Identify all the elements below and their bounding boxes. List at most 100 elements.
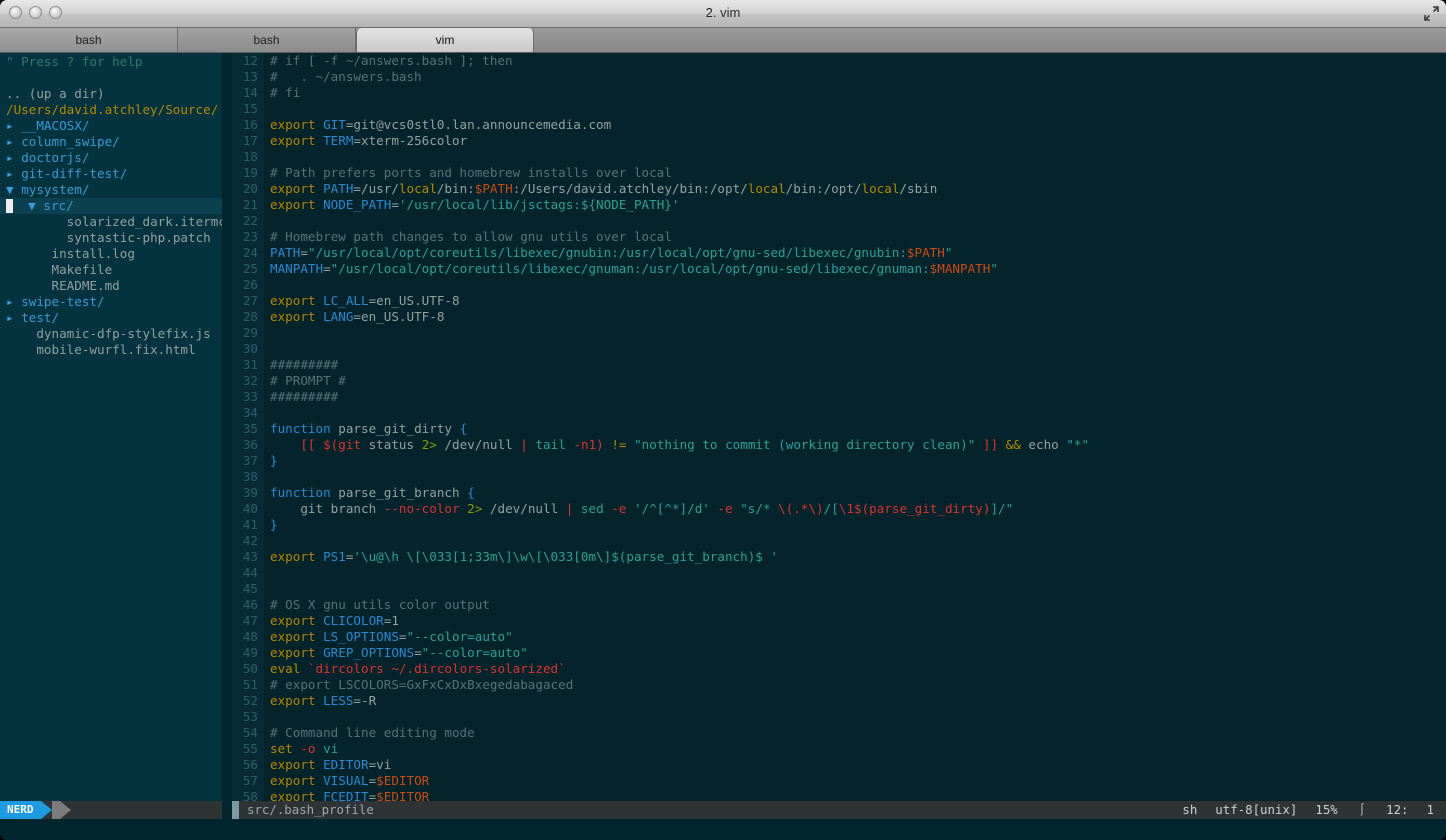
nerdtree-item-swipe-test-[interactable]: ▸ swipe-test/ xyxy=(0,294,222,310)
nerdtree-item-label: doctorjs/ xyxy=(21,150,90,165)
code-token: set xyxy=(270,741,301,756)
editor-line[interactable]: 42 xyxy=(232,533,1446,549)
editor-line[interactable]: 46 # OS X gnu utils color output xyxy=(232,597,1446,613)
editor-pane[interactable]: 12 # if [ -f ~/answers.bash ]; then 13 # . … xyxy=(232,53,1446,808)
line-number: 46 xyxy=(232,597,264,613)
nerdtree-help-line[interactable]: " Press ? for help xyxy=(0,54,222,70)
code-token: vi xyxy=(323,741,339,756)
window-title: 2. vim xyxy=(705,5,741,20)
line-number: 23 xyxy=(232,229,264,245)
editor-line[interactable]: 36 [[ $(git status 2> /dev/null | tail -… xyxy=(232,437,1446,453)
editor-line[interactable]: 21 export NODE_PATH='/usr/local/lib/jscta… xyxy=(232,197,1446,213)
tab-vim[interactable]: vim xyxy=(356,28,534,52)
editor-line[interactable]: 38 xyxy=(232,469,1446,485)
editor-line[interactable]: 33 ######### xyxy=(232,389,1446,405)
line-content: function parse_git_branch { xyxy=(264,485,475,501)
nerdtree-pane[interactable]: " Press ? for help .. (up a dir)/Users/da… xyxy=(0,53,222,809)
editor-line[interactable]: 19 # Path prefers ports and homebrew inst… xyxy=(232,165,1446,181)
nerdtree-item-mysystem-[interactable]: ▼ mysystem/ xyxy=(0,182,222,198)
editor-line[interactable]: 23 # Homebrew path changes to allow gnu u… xyxy=(232,229,1446,245)
editor-line[interactable]: 49 export GREP_OPTIONS="--color=auto" xyxy=(232,645,1446,661)
editor-line[interactable]: 43 export PS1='\u@\h \[\033[1;33m\]\w\[\0… xyxy=(232,549,1446,565)
fullscreen-icon[interactable] xyxy=(1421,3,1442,24)
editor-line[interactable]: 32 # PROMPT # xyxy=(232,373,1446,389)
editor-line[interactable]: 39 function parse_git_branch { xyxy=(232,485,1446,501)
nerdtree-item-dynamic-dfp-stylefix-js[interactable]: dynamic-dfp-stylefix.js xyxy=(0,326,222,342)
nerdtree-item-doctorjs-[interactable]: ▸ doctorjs/ xyxy=(0,150,222,166)
editor-line[interactable]: 57 export VISUAL=$EDITOR xyxy=(232,773,1446,789)
editor-line[interactable]: 29 xyxy=(232,325,1446,341)
nerdtree-spacer[interactable] xyxy=(0,70,222,86)
editor-line[interactable]: 24 PATH="/usr/local/opt/coreutils/libexec… xyxy=(232,245,1446,261)
nerdtree-item-readme-md[interactable]: README.md xyxy=(0,278,222,294)
line-number: 42 xyxy=(232,533,264,549)
editor-line[interactable]: 27 export LC_ALL=en_US.UTF-8 xyxy=(232,293,1446,309)
editor-line[interactable]: 26 xyxy=(232,277,1446,293)
editor-line[interactable]: 35 function parse_git_dirty { xyxy=(232,421,1446,437)
editor-line[interactable]: 16 export GIT=git@vcs0stl0.lan.announceme… xyxy=(232,117,1446,133)
line-number: 50 xyxy=(232,661,264,677)
editor-line[interactable]: 37} xyxy=(232,453,1446,469)
editor-line[interactable]: 25 MANPATH="/usr/local/opt/coreutils/libe… xyxy=(232,261,1446,277)
tab-bash-2[interactable]: bash xyxy=(178,28,356,52)
nerdtree-item-git-diff-test-[interactable]: ▸ git-diff-test/ xyxy=(0,166,222,182)
vertical-split xyxy=(222,53,232,808)
nerdtree-item--macosx-[interactable]: ▸ __MACOSX/ xyxy=(0,118,222,134)
nerdtree-item-solarized-dark-itermcolor[interactable]: solarized_dark.itermcolor xyxy=(0,214,222,230)
editor-line[interactable]: 44 xyxy=(232,565,1446,581)
line-content: # . ~/answers.bash xyxy=(264,69,422,85)
editor-line[interactable]: 20 export PATH=/usr/local/bin:$PATH:/User… xyxy=(232,181,1446,197)
nerdtree-item-install-log[interactable]: install.log xyxy=(0,246,222,262)
nerdtree-up-a-dir[interactable]: .. (up a dir) xyxy=(0,86,222,102)
editor-line[interactable]: 54 # Command line editing mode xyxy=(232,725,1446,741)
editor-line[interactable]: 45 xyxy=(232,581,1446,597)
nerdtree-item-syntastic-php-patch[interactable]: syntastic-php.patch xyxy=(0,230,222,246)
line-content: # Command line editing mode xyxy=(264,725,475,741)
editor-line[interactable]: 17 export TERM=xterm-256color xyxy=(232,133,1446,149)
line-number: 35 xyxy=(232,421,264,437)
editor-line[interactable]: 30 xyxy=(232,341,1446,357)
nerdtree-item-test-[interactable]: ▸ test/ xyxy=(0,310,222,326)
powerline-arrow-grey xyxy=(59,801,71,819)
line-content: MANPATH="/usr/local/opt/coreutils/libexe… xyxy=(264,261,998,277)
editor-line[interactable]: 15 xyxy=(232,101,1446,117)
nerdtree-item-column-swipe-[interactable]: ▸ column_swipe/ xyxy=(0,134,222,150)
editor-line[interactable]: 47 export CLICOLOR=1 xyxy=(232,613,1446,629)
code-token: tail xyxy=(535,437,566,452)
code-token: # Command line editing mode xyxy=(270,725,475,740)
editor-line[interactable]: 14 # fi xyxy=(232,85,1446,101)
command-line[interactable] xyxy=(0,819,1446,840)
nerdtree-item-label: column_swipe/ xyxy=(21,134,120,149)
status-encoding: utf-8[unix] xyxy=(1215,802,1298,817)
editor-line[interactable]: 52 export LESS=-R xyxy=(232,693,1446,709)
line-content: export LESS=-R xyxy=(264,693,376,709)
editor-line[interactable]: 56 export EDITOR=vi xyxy=(232,757,1446,773)
editor-line[interactable]: 13 # . ~/answers.bash xyxy=(232,69,1446,85)
nerdtree-item-label: __MACOSX/ xyxy=(21,118,90,133)
editor-line[interactable]: 28 export LANG=en_US.UTF-8 xyxy=(232,309,1446,325)
editor-line[interactable]: 53 xyxy=(232,709,1446,725)
line-number-icon: ⎰ xyxy=(1355,802,1369,817)
editor-line[interactable]: 31 ######### xyxy=(232,357,1446,373)
code-token: -e xyxy=(611,501,627,516)
editor-line[interactable]: 34 xyxy=(232,405,1446,421)
editor-line[interactable]: 40 git branch --no-color 2> /dev/null | … xyxy=(232,501,1446,517)
nerdtree-item-mobile-wurfl-fix-html[interactable]: mobile-wurfl.fix.html xyxy=(0,342,222,358)
nerdtree-root-path[interactable]: /Users/david.atchley/Source/ xyxy=(0,102,222,118)
line-content xyxy=(264,469,278,485)
code-token: export xyxy=(270,773,324,788)
editor-line[interactable]: 55 set -o vi xyxy=(232,741,1446,757)
editor-line[interactable]: 48 export LS_OPTIONS="--color=auto" xyxy=(232,629,1446,645)
editor-line[interactable]: 50 eval `dircolors ~/.dircolors-solarized… xyxy=(232,661,1446,677)
nerdtree-item-makefile[interactable]: Makefile xyxy=(0,262,222,278)
editor-line[interactable]: 22 xyxy=(232,213,1446,229)
editor-line[interactable]: 12 # if [ -f ~/answers.bash ]; then xyxy=(232,53,1446,69)
nerdtree-item-src-[interactable]: ▼ src/ xyxy=(0,198,222,214)
tab-bash-1[interactable]: bash xyxy=(0,28,178,52)
editor-line[interactable]: 18 xyxy=(232,149,1446,165)
editor-line[interactable]: 51 # export LSCOLORS=GxFxCxDxBxegedabagac… xyxy=(232,677,1446,693)
line-number: 19 xyxy=(232,165,264,181)
editor-line[interactable]: 41} xyxy=(232,517,1446,533)
code-token: TERM xyxy=(323,133,354,148)
